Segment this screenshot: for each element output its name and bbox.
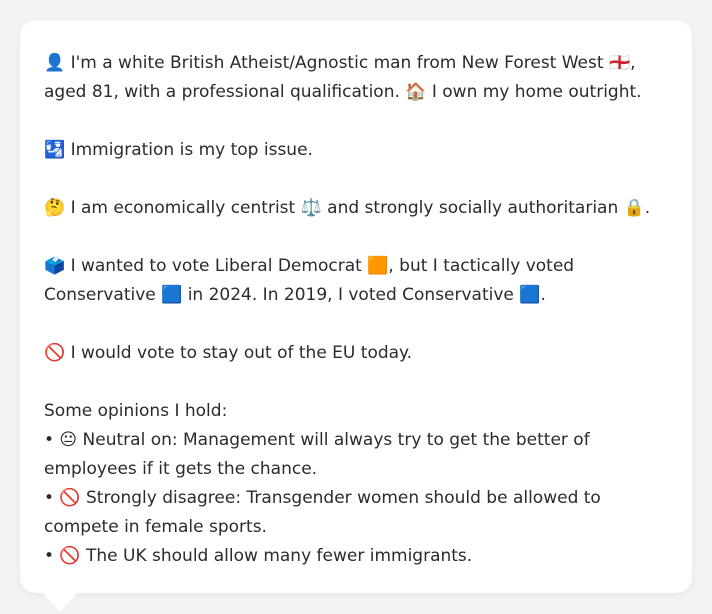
eu-paragraph: 🚫 I would vote to stay out of the EU tod…	[44, 343, 413, 363]
opinions-section: Some opinions I hold: • 😐 Neutral on: Ma…	[44, 397, 668, 571]
top-issue-paragraph: 🛂 Immigration is my top issue.	[44, 140, 313, 160]
opinion-item: • 😐 Neutral on: Management will always t…	[44, 430, 590, 479]
voting-paragraph: 🗳️ I wanted to vote Liberal Democrat 🟧, …	[44, 256, 575, 305]
opinion-item: • 🚫 Strongly disagree: Transgender women…	[44, 488, 601, 537]
persona-message-bubble: 👤 I'm a white British Atheist/Agnostic m…	[20, 20, 692, 593]
economic-paragraph: 🤔 I am economically centrist ⚖️ and stro…	[44, 198, 651, 218]
intro-paragraph: 👤 I'm a white British Atheist/Agnostic m…	[44, 53, 642, 102]
opinions-heading: Some opinions I hold:	[44, 401, 228, 421]
bubble-tail	[42, 592, 78, 612]
opinion-item: • 🚫 The UK should allow many fewer immig…	[44, 546, 473, 566]
